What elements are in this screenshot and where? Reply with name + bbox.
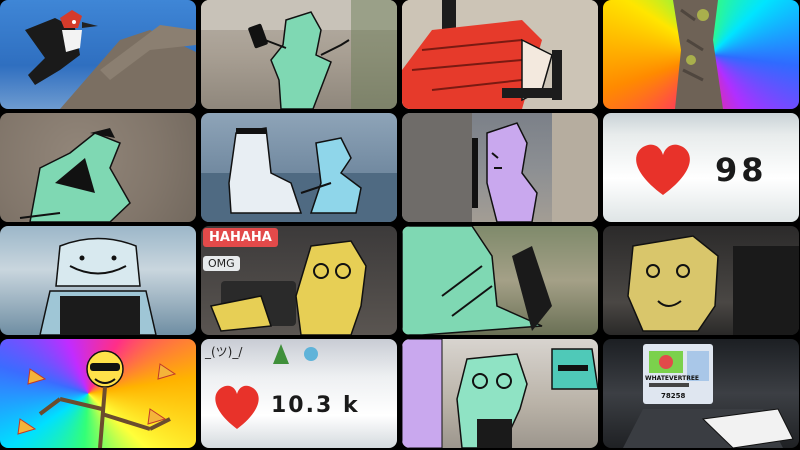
reading-figure-scene — [0, 113, 196, 222]
woodpecker-scene — [25, 10, 196, 109]
tile-two-figures — [201, 113, 397, 222]
pizza-stick-scene — [17, 350, 177, 448]
tile-hahaha: HAHAHA OMG — [201, 226, 397, 335]
like-count-small: 98 — [715, 151, 768, 189]
two-figures-scene — [201, 127, 397, 222]
tile-phone-figure — [201, 0, 397, 109]
laptop-count-text: 78258 — [661, 392, 686, 400]
laptop-scene — [623, 344, 794, 448]
smiling-laptop-scene — [39, 237, 157, 335]
tile-green-thinker — [402, 226, 598, 335]
tile-reading-figure — [0, 113, 196, 222]
tree-trunk — [673, 0, 723, 109]
phone-figure-scene — [201, 0, 397, 109]
laptop-badge-text: WHATEVERTREE — [645, 375, 700, 382]
tile-mint-glasses — [402, 339, 598, 448]
tile-red-figure — [402, 0, 598, 109]
tile-laptop-screen: WHATEVERTREE 78258 — [603, 339, 799, 448]
heart-icon — [636, 144, 690, 195]
lavender-figure-scene — [402, 113, 598, 222]
tile-woodpecker — [0, 0, 196, 109]
tile-like-counter-small: 98 — [603, 113, 799, 222]
yellow-figure-scene — [209, 240, 367, 335]
tile-lavender-figure — [402, 113, 598, 222]
tile-yellow-face — [603, 226, 799, 335]
collage-grid: 98 HAHAHA OMG _(ツ)_/ 10.3 k WHATEVERTREE… — [0, 0, 800, 450]
tile-smiling-laptop — [0, 226, 196, 335]
like-count-large: 10.3 k — [271, 393, 360, 418]
yellow-face-scene — [627, 235, 799, 335]
red-figure-scene — [402, 0, 598, 109]
tile-rainbow-tree — [603, 0, 799, 109]
tile-pizza-stick — [0, 339, 196, 448]
green-thinker-scene — [402, 226, 552, 335]
mint-glasses-scene — [402, 339, 598, 448]
tile-like-counter-large: _(ツ)_/ 10.3 k — [201, 339, 397, 448]
